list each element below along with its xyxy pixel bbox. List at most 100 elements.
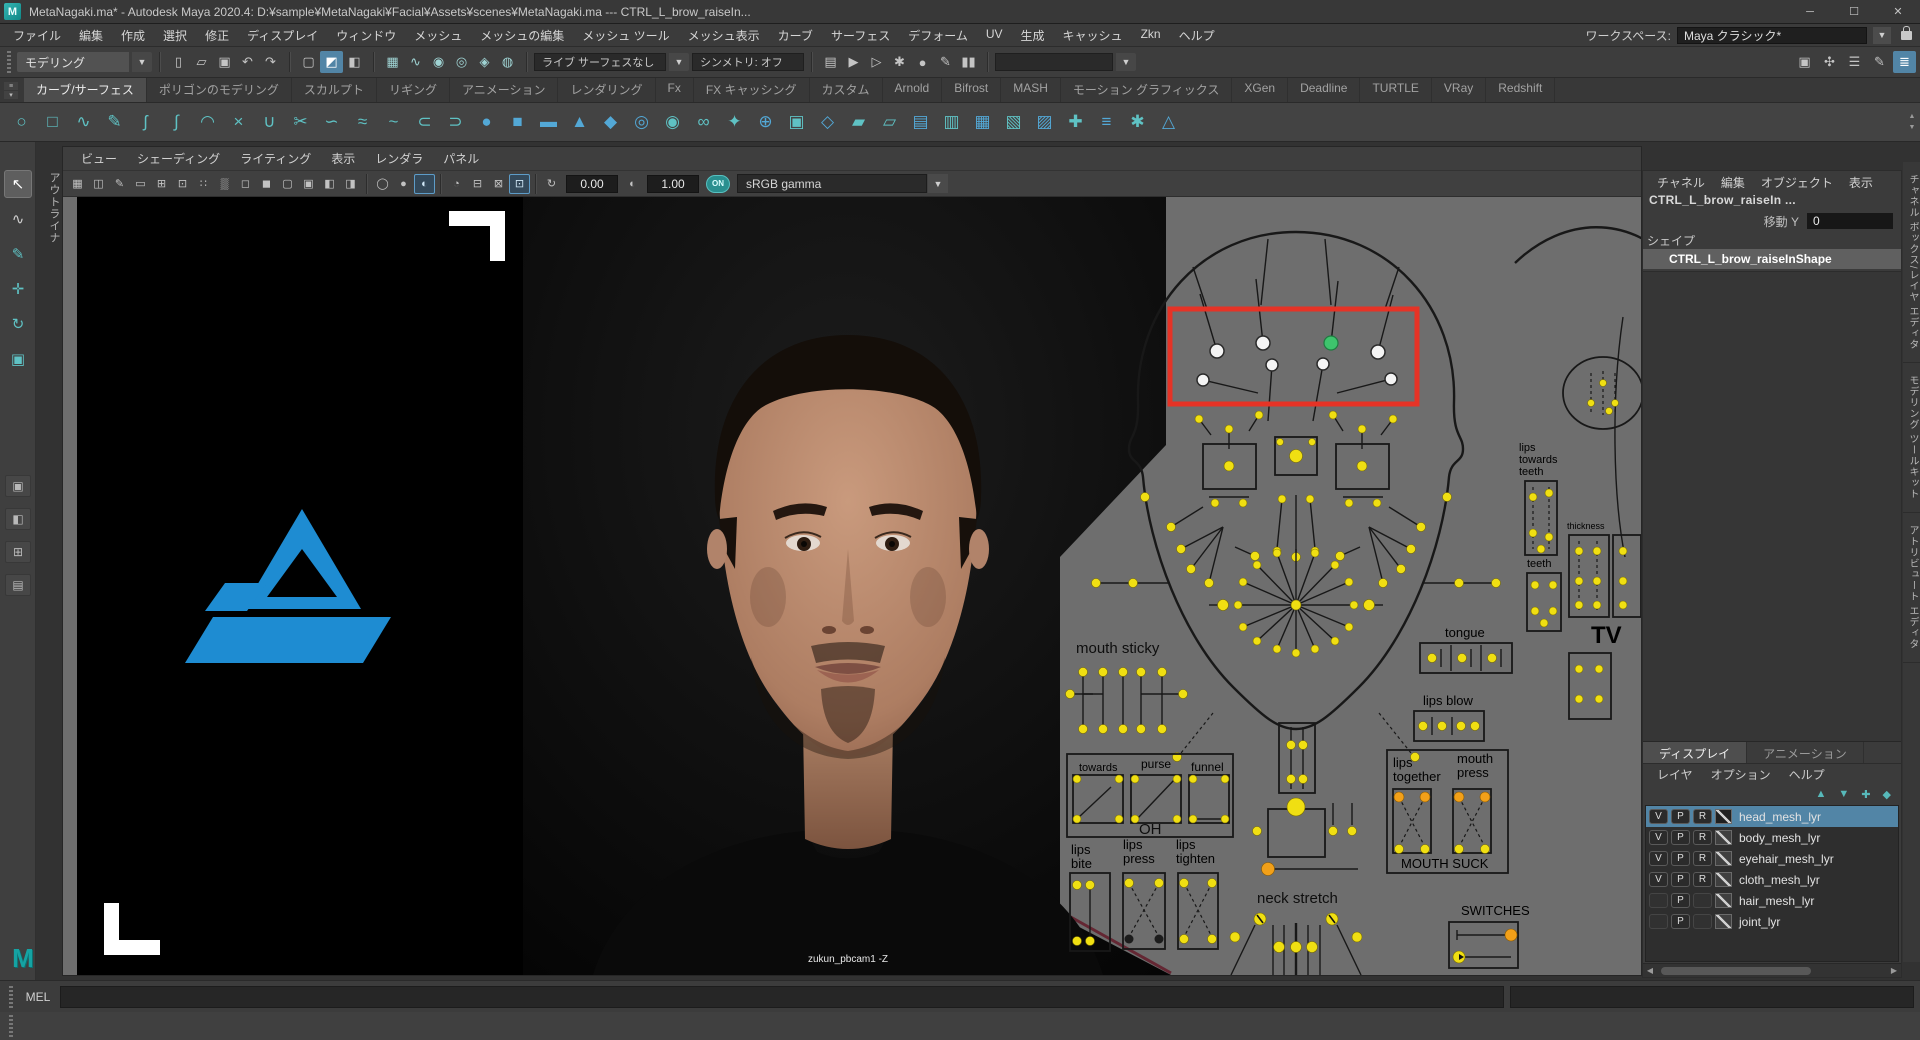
shelf-tab[interactable]: Arnold bbox=[883, 78, 943, 102]
stitch-icon[interactable]: △ bbox=[1153, 107, 1184, 138]
project-curve-icon[interactable]: ▰ bbox=[843, 107, 874, 138]
render-settings-icon[interactable]: ✱ bbox=[888, 51, 911, 73]
menu-item[interactable]: Zkn bbox=[1132, 27, 1170, 44]
field-entry-select[interactable] bbox=[995, 53, 1113, 71]
resolution-gate-icon[interactable]: ◼ bbox=[256, 174, 277, 194]
select-tool-icon[interactable]: ↖ bbox=[4, 170, 32, 198]
birail-icon[interactable]: ▣ bbox=[781, 107, 812, 138]
undo-icon[interactable]: ↶ bbox=[236, 51, 259, 73]
pencil-curve-icon[interactable]: ✎ bbox=[99, 107, 130, 138]
selected-brow-control[interactable] bbox=[1324, 336, 1338, 350]
layer-color-swatch[interactable] bbox=[1715, 893, 1732, 908]
bookmarks-icon[interactable]: ▭ bbox=[130, 174, 151, 194]
shelf-tab[interactable]: カスタム bbox=[810, 78, 883, 102]
layer-visibility-toggle[interactable] bbox=[1649, 893, 1668, 908]
safe-action-icon[interactable]: ◧ bbox=[319, 174, 340, 194]
camera-attributes-icon[interactable]: ✎ bbox=[109, 174, 130, 194]
layer-color-swatch[interactable] bbox=[1715, 809, 1732, 824]
layer-row[interactable]: P hair_mesh_lyr bbox=[1646, 890, 1898, 911]
live-surface-field[interactable]: ライブ サーフェスなし bbox=[534, 53, 666, 71]
snap-point-icon[interactable]: ◉ bbox=[427, 51, 450, 73]
revolve-icon[interactable]: ◉ bbox=[657, 107, 688, 138]
shelf-tab[interactable]: Fx bbox=[656, 78, 694, 102]
untrim-icon[interactable]: ▥ bbox=[936, 107, 967, 138]
snap-curve-icon[interactable]: ∿ bbox=[404, 51, 427, 73]
layer-row[interactable]: V P R eyehair_mesh_lyr bbox=[1646, 848, 1898, 869]
right-dock-vertical-tab[interactable]: チャネル ボックス/レイヤ エディタ bbox=[1903, 162, 1920, 363]
move-layer-up-icon[interactable]: ▲ bbox=[1816, 788, 1827, 800]
layer-editor-menu-item[interactable]: レイヤ bbox=[1649, 766, 1701, 783]
layer-editor-hscrollbar[interactable]: ◀ ▶ bbox=[1643, 963, 1901, 977]
layer-playback-toggle[interactable]: P bbox=[1671, 830, 1690, 845]
layer-reference-toggle[interactable]: R bbox=[1693, 809, 1712, 824]
channel-box-menu-item[interactable]: 表示 bbox=[1841, 174, 1881, 191]
translate-y-value[interactable]: 0 bbox=[1807, 213, 1893, 229]
shelf-tab[interactable]: リギング bbox=[377, 78, 450, 102]
menu-item[interactable]: 修正 bbox=[196, 27, 238, 44]
menu-item[interactable]: メッシュの編集 bbox=[471, 27, 573, 44]
layer-playback-toggle[interactable]: P bbox=[1671, 809, 1690, 824]
loft-icon[interactable]: ∞ bbox=[688, 107, 719, 138]
shelf-tab[interactable]: レンダリング bbox=[558, 78, 655, 102]
gate-mask-icon[interactable]: ▢ bbox=[277, 174, 298, 194]
panel-menu-item[interactable]: 表示 bbox=[321, 150, 365, 167]
scroll-left-icon[interactable]: ◀ bbox=[1643, 966, 1657, 975]
new-layer-from-selected-icon[interactable]: ◆ bbox=[1883, 788, 1891, 801]
lasso-select-tool-icon[interactable]: ∿ bbox=[4, 205, 32, 233]
menu-item[interactable]: メッシュ bbox=[405, 27, 471, 44]
insert-isoparm-icon[interactable]: ✚ bbox=[1060, 107, 1091, 138]
film-gate-icon[interactable]: ◻ bbox=[235, 174, 256, 194]
snap-projected-center-icon[interactable]: ◎ bbox=[450, 51, 473, 73]
menu-item[interactable]: メッシュ ツール bbox=[573, 27, 678, 44]
menu-set-arrow-icon[interactable]: ▼ bbox=[132, 52, 152, 72]
paint-select-tool-icon[interactable]: ✎ bbox=[4, 240, 32, 268]
arc-tool-icon[interactable]: ◠ bbox=[192, 107, 223, 138]
panel-menu-item[interactable]: シェーディング bbox=[127, 150, 230, 167]
shelf-tab[interactable]: スカルプト bbox=[292, 78, 377, 102]
channel-box-menu-item[interactable]: 編集 bbox=[1713, 174, 1753, 191]
tool-settings-icon[interactable]: ✎ bbox=[1868, 51, 1891, 73]
safe-title-icon[interactable]: ◨ bbox=[340, 174, 361, 194]
wireframe-icon[interactable]: ◯ bbox=[372, 174, 393, 194]
help-line-grip[interactable] bbox=[9, 1015, 13, 1037]
layer-row[interactable]: V P R head_mesh_lyr bbox=[1646, 806, 1898, 827]
redo-icon[interactable]: ↷ bbox=[259, 51, 282, 73]
live-surface-arrow-icon[interactable]: ▼ bbox=[669, 53, 689, 71]
intersect-surfaces-icon[interactable]: ▱ bbox=[874, 107, 905, 138]
exposure-icon[interactable]: ↻ bbox=[541, 174, 562, 194]
layer-reference-toggle[interactable] bbox=[1693, 914, 1712, 929]
menu-item[interactable]: ファイル bbox=[4, 27, 70, 44]
cv-curve-icon[interactable]: ∿ bbox=[68, 107, 99, 138]
four-pane-layout-icon[interactable]: ⊞ bbox=[5, 541, 31, 563]
close-button[interactable]: ✕ bbox=[1876, 0, 1920, 23]
layer-visibility-toggle[interactable]: V bbox=[1649, 872, 1668, 887]
shelf-tab[interactable]: TURTLE bbox=[1360, 78, 1431, 102]
layer-visibility-toggle[interactable] bbox=[1649, 914, 1668, 929]
menu-set-select[interactable]: モデリング bbox=[17, 52, 129, 72]
select-hierarchy-icon[interactable]: ▢ bbox=[297, 51, 320, 73]
light-editor-icon[interactable]: ✎ bbox=[934, 51, 957, 73]
menu-item[interactable]: サーフェス bbox=[822, 27, 899, 44]
shelf-options-icon[interactable]: ▾ bbox=[4, 91, 18, 99]
mel-input[interactable] bbox=[60, 986, 1504, 1008]
pane-layout-b-icon[interactable]: ⊠ bbox=[488, 174, 509, 194]
detach-curves-icon[interactable]: ✂ bbox=[285, 107, 316, 138]
shelf-tab[interactable]: カーブ/サーフェス bbox=[24, 78, 147, 102]
layer-reference-toggle[interactable]: R bbox=[1693, 851, 1712, 866]
statusline-grip[interactable] bbox=[7, 51, 11, 73]
contrast-icon[interactable]: ◐ bbox=[622, 174, 643, 194]
menu-item[interactable]: 生成 bbox=[1012, 27, 1054, 44]
field-entry-arrow-icon[interactable]: ▼ bbox=[1116, 53, 1136, 71]
shelf-tab[interactable]: MASH bbox=[1001, 78, 1061, 102]
extrude-icon[interactable]: ⊕ bbox=[750, 107, 781, 138]
sculpt-surfaces-icon[interactable]: ✱ bbox=[1122, 107, 1153, 138]
pane-layout-a-icon[interactable]: ⊟ bbox=[467, 174, 488, 194]
nurbs-cone-icon[interactable]: ▲ bbox=[564, 107, 595, 138]
outliner-vertical-tab[interactable]: アウトライナ bbox=[37, 148, 62, 268]
layer-row[interactable]: V P R body_mesh_lyr bbox=[1646, 827, 1898, 848]
view-transform-select[interactable]: sRGB gamma bbox=[737, 174, 927, 193]
modeling-toolkit-icon[interactable]: ▣ bbox=[1793, 51, 1816, 73]
nurbs-plane-icon[interactable]: ◆ bbox=[595, 107, 626, 138]
scroll-right-icon[interactable]: ▶ bbox=[1887, 966, 1901, 975]
panel-menu-item[interactable]: レンダラ bbox=[365, 150, 433, 167]
